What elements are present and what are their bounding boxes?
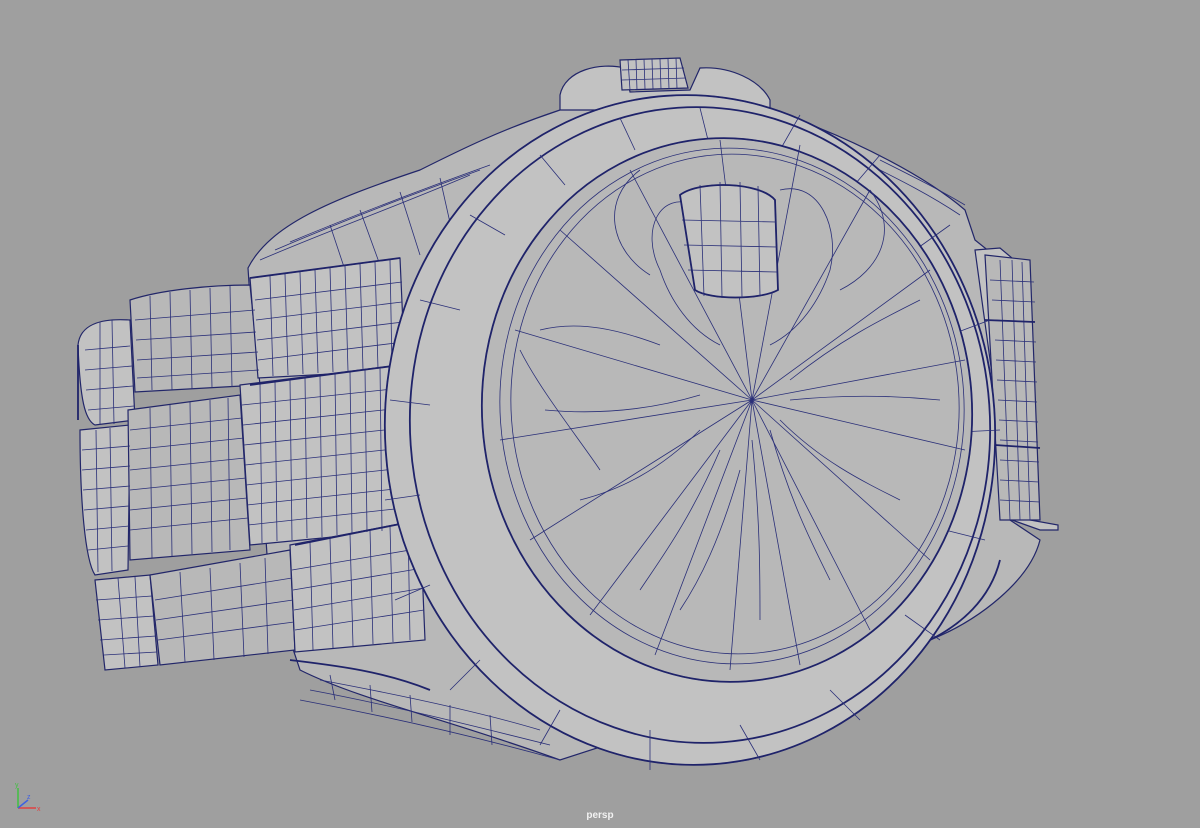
maya-3d-viewport[interactable]: y x z persp [0, 0, 1200, 828]
z-axis-line [17, 799, 29, 809]
camera-name-label: persp [586, 810, 614, 821]
watch-wireframe-model[interactable] [0, 0, 1200, 828]
z-axis-label: z [27, 794, 31, 801]
bracelet-links [77, 257, 426, 671]
y-axis-label: y [15, 782, 19, 789]
